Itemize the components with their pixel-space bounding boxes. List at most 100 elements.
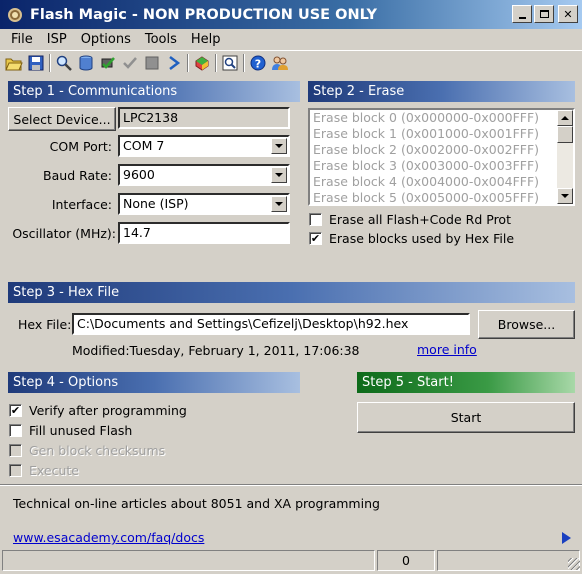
hex-file-input[interactable]: C:\Documents and Settings\Cefizelj\Deskt… — [72, 313, 470, 335]
close-icon: ✕ — [563, 7, 573, 21]
chevron-down-icon[interactable] — [271, 167, 287, 183]
chevron-down-icon — [561, 194, 569, 198]
step1-header: Step 1 - Communications — [8, 81, 300, 102]
verify-label[interactable]: Verify after programming — [29, 403, 187, 418]
list-item[interactable]: Erase block 0 (0x000000-0x000FFF) — [310, 110, 573, 126]
check-icon: ✔ — [310, 232, 321, 245]
more-info-link[interactable]: more info — [417, 342, 477, 357]
save-icon — [28, 55, 44, 70]
baud-rate-label: Baud Rate: — [43, 168, 112, 183]
minimize-icon — [518, 16, 526, 19]
menu-options[interactable]: Options — [74, 32, 138, 47]
chip-check-icon — [101, 56, 115, 69]
database-icon — [79, 55, 93, 71]
fill-unused-label[interactable]: Fill unused Flash — [29, 423, 132, 438]
status-panel-main — [2, 550, 375, 571]
oscillator-input[interactable]: 14.7 — [118, 222, 290, 244]
esacademy-link[interactable]: www.esacademy.com/faq/docs — [13, 530, 204, 545]
gen-checksums-checkbox — [9, 444, 22, 457]
erase-used-checkbox[interactable]: ✔ — [309, 232, 322, 245]
minimize-button[interactable] — [512, 5, 532, 23]
list-item[interactable]: Erase block 3 (0x003000-0x003FFF) — [310, 158, 573, 174]
start-button[interactable]: Start — [357, 402, 575, 433]
execute-label: Execute — [29, 463, 79, 478]
toolbar-separator — [187, 53, 189, 72]
chevron-up-icon — [561, 116, 569, 120]
toolbar-separator — [49, 53, 51, 72]
menu-bar: File ISP Options Tools Help — [0, 29, 228, 49]
maximize-icon — [539, 10, 549, 18]
help-icon: ? — [250, 55, 266, 70]
menu-isp[interactable]: ISP — [40, 32, 74, 47]
next-arrow-icon[interactable] — [562, 532, 571, 544]
list-item[interactable]: Erase block 1 (0x001000-0x001FFF) — [310, 126, 573, 142]
open-button[interactable] — [3, 52, 25, 74]
scroll-down-button[interactable] — [557, 188, 573, 204]
menu-tools[interactable]: Tools — [138, 32, 184, 47]
title-bar[interactable]: Flash Magic - NON PRODUCTION USE ONLY ✕ — [0, 0, 582, 29]
modified-text: Modified:Tuesday, February 1, 2011, 17:0… — [72, 343, 360, 358]
stop-button[interactable] — [141, 52, 163, 74]
step2-header: Step 2 - Erase — [308, 81, 575, 102]
resize-grip[interactable] — [568, 558, 580, 570]
database-button[interactable] — [75, 52, 97, 74]
fill-unused-checkbox[interactable] — [9, 424, 22, 437]
check-icon: ✔ — [10, 404, 21, 417]
com-port-select[interactable]: COM 7 — [118, 135, 290, 157]
chevron-down-icon[interactable] — [271, 196, 287, 212]
window-title: Flash Magic - NON PRODUCTION USE ONLY — [30, 6, 378, 23]
view-icon — [222, 55, 238, 70]
save-button[interactable] — [25, 52, 47, 74]
help-button[interactable]: ? — [247, 52, 269, 74]
menu-file[interactable]: File — [4, 32, 40, 47]
go-icon — [169, 55, 181, 70]
verify-button[interactable] — [119, 52, 141, 74]
interface-value: None (ISP) — [123, 196, 189, 211]
baud-rate-select[interactable]: 9600 — [118, 164, 290, 186]
vertical-scrollbar[interactable] — [557, 110, 573, 204]
info-text: Technical on-line articles about 8051 an… — [13, 496, 380, 511]
scroll-up-button[interactable] — [557, 110, 573, 126]
search-button[interactable] — [53, 52, 75, 74]
search-icon — [56, 55, 72, 71]
chip-check-button[interactable] — [97, 52, 119, 74]
go-button[interactable] — [163, 52, 185, 74]
erase-block-list[interactable]: Erase block 0 (0x000000-0x000FFF) Erase … — [308, 108, 575, 206]
svg-text:?: ? — [255, 57, 261, 70]
interface-select[interactable]: None (ISP) — [118, 193, 290, 215]
status-panel-right — [437, 550, 580, 571]
close-button[interactable]: ✕ — [558, 5, 578, 23]
step5-header: Step 5 - Start! — [357, 372, 575, 393]
step4-header: Step 4 - Options — [8, 372, 300, 393]
maximize-button[interactable] — [534, 5, 554, 23]
view-button[interactable] — [219, 52, 241, 74]
menu-help[interactable]: Help — [184, 32, 228, 47]
users-icon — [272, 56, 288, 70]
flash-magic-app-icon[interactable] — [5, 5, 25, 25]
list-item[interactable]: Erase block 5 (0x005000-0x005FFF) — [310, 190, 573, 204]
divider — [0, 484, 582, 486]
list-item[interactable]: Erase block 4 (0x004000-0x004FFF) — [310, 174, 573, 190]
users-button[interactable] — [269, 52, 291, 74]
status-count: 0 — [377, 550, 435, 571]
toolbar-separator — [243, 53, 245, 72]
erase-all-label[interactable]: Erase all Flash+Code Rd Prot — [329, 212, 511, 227]
device-field: LPC2138 — [118, 107, 290, 129]
oscillator-label: Oscillator (MHz): — [12, 226, 116, 241]
erase-all-checkbox[interactable] — [309, 213, 322, 226]
hex-button[interactable] — [191, 52, 213, 74]
list-item[interactable]: Erase block 2 (0x002000-0x002FFF) — [310, 142, 573, 158]
hex-icon — [195, 55, 209, 71]
verify-checkbox[interactable]: ✔ — [9, 404, 22, 417]
step3-header: Step 3 - Hex File — [8, 282, 575, 303]
interface-label: Interface: — [51, 197, 112, 212]
scroll-thumb[interactable] — [557, 126, 573, 143]
select-device-button[interactable]: Select Device... — [8, 107, 116, 131]
baud-rate-value: 9600 — [123, 167, 155, 182]
check-icon — [123, 56, 137, 69]
browse-button[interactable]: Browse... — [478, 310, 575, 339]
chevron-down-icon[interactable] — [271, 138, 287, 154]
stop-icon — [145, 56, 159, 69]
gen-checksums-label: Gen block checksums — [29, 443, 166, 458]
erase-used-label[interactable]: Erase blocks used by Hex File — [329, 231, 514, 246]
